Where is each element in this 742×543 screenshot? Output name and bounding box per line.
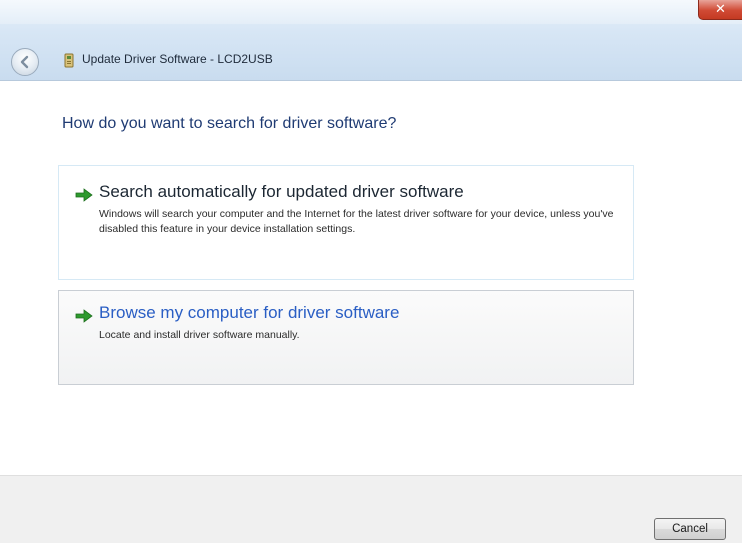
device-driver-icon [64,53,74,68]
close-icon: ✕ [715,1,726,16]
update-driver-window: ✕ Update Driver Software - LCD2USB How d… [0,0,742,543]
cancel-button[interactable]: Cancel [654,518,726,540]
page-heading: How do you want to search for driver sof… [62,115,397,132]
close-button[interactable]: ✕ [698,0,742,20]
search-automatically-option[interactable]: Search automatically for updated driver … [58,165,634,280]
browse-computer-option[interactable]: Browse my computer for driver software L… [58,290,634,385]
window-title: Update Driver Software - LCD2USB [82,52,273,66]
back-arrow-icon [20,55,29,69]
content-area: How do you want to search for driver sof… [8,81,742,475]
green-arrow-icon [75,188,93,202]
browse-computer-title: Browse my computer for driver software [99,303,400,322]
green-arrow-icon [75,309,93,323]
title-bar: ✕ Update Driver Software - LCD2USB [0,0,742,81]
browse-computer-description: Locate and install driver software manua… [99,329,300,341]
dialog-footer: Cancel [0,475,742,543]
title-bar-sheen [0,0,742,24]
search-automatically-description: Windows will search your computer and th… [99,208,614,235]
search-automatically-title: Search automatically for updated driver … [99,182,464,201]
back-button[interactable] [11,48,39,76]
